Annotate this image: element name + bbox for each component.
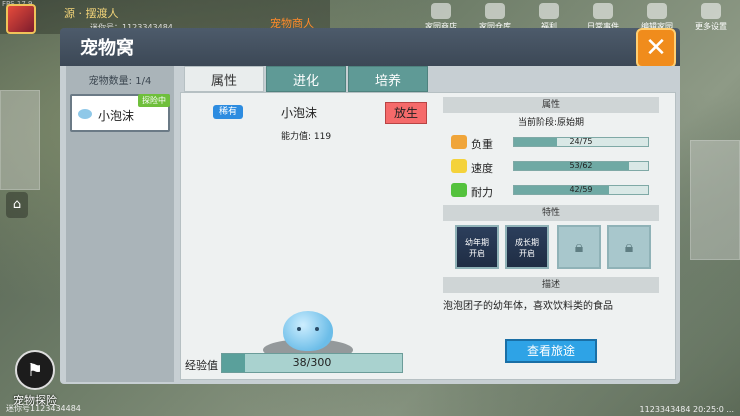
gear-icon [701, 2, 721, 19]
tab-evolution[interactable]: 进化 [266, 66, 346, 92]
bottom-info: 迷你号1123434484 [6, 404, 81, 413]
pet-explore-button[interactable]: ⚑ 宠物探险 [4, 350, 66, 410]
pet-nest-dialog: 宠物窝 ✕ 宠物数量: 1/4 小泡沫 探险中 属性 进化 培养 稀有 小泡沫 … [60, 28, 680, 384]
backpack-icon [451, 135, 467, 149]
stat-name: 耐力 [471, 186, 493, 199]
close-x-icon: ✕ [645, 33, 667, 63]
exp-text: 38/300 [292, 356, 332, 369]
view-journey-button[interactable]: 查看旅途 [505, 339, 597, 363]
dialog-body: 宠物数量: 1/4 小泡沫 探险中 属性 进化 培养 稀有 小泡沫 放生 能力值… [60, 66, 680, 384]
stat-value: 53/62 [569, 161, 593, 170]
tab-content: 稀有 小泡沫 放生 能力值: 119 经验值 38/300 属性 当前阶段:原始… [180, 92, 676, 380]
muscle-icon [451, 183, 467, 197]
stat-name: 负重 [471, 138, 493, 151]
exp-bar: 38/300 [221, 353, 403, 373]
info-panel: 属性 当前阶段:原始期 负重 24/75 速度 53/62 耐力 42/59 特… [443, 93, 675, 379]
current-stage: 当前阶段:原始期 [517, 118, 585, 128]
shop-icon [431, 2, 451, 19]
storage-icon [485, 2, 505, 19]
trait-slot-locked[interactable]: 🔒︎ [557, 225, 601, 269]
pet-list-item[interactable]: 小泡沫 探险中 [70, 94, 170, 132]
stat-bar: 53/62 [513, 161, 649, 171]
lock-icon: 🔒︎ [574, 237, 584, 256]
top-menu-settings[interactable]: 更多设置 [686, 0, 736, 34]
ability-value: 能力值: 119 [281, 132, 332, 142]
bubble-pet-icon [78, 109, 92, 119]
player-name: 源 · 摆渡人 [64, 7, 119, 20]
pet-model[interactable] [283, 311, 333, 351]
rarity-badge: 稀有 [213, 105, 243, 119]
exp-label: 经验值 [185, 359, 218, 372]
trait-slot-locked[interactable]: 🔒︎ [607, 225, 651, 269]
trait-label: 幼年期 开启 [465, 238, 489, 258]
trait-label: 成长期 开启 [515, 238, 539, 258]
stat-row-load: 负重 24/75 [451, 135, 661, 151]
dialog-title: 宠物窝 [80, 38, 134, 59]
calendar-icon [593, 2, 613, 19]
close-button[interactable]: ✕ [636, 28, 676, 68]
scene-block [0, 90, 40, 190]
description-header: 描述 [443, 277, 659, 293]
pet-name: 小泡沫 [281, 106, 318, 120]
edit-icon [647, 2, 667, 19]
avatar[interactable] [6, 4, 36, 34]
attributes-header: 属性 [443, 97, 659, 113]
pet-count: 宠物数量: 1/4 [88, 76, 152, 87]
gift-icon [539, 2, 559, 19]
tab-training[interactable]: 培养 [348, 66, 428, 92]
tab-attributes[interactable]: 属性 [184, 66, 264, 92]
stat-name: 速度 [471, 162, 493, 175]
stat-bar: 24/75 [513, 137, 649, 147]
stat-value: 42/59 [569, 185, 593, 194]
traits-header: 特性 [443, 205, 659, 221]
release-button[interactable]: 放生 [385, 102, 427, 124]
exploring-badge: 探险中 [138, 94, 170, 107]
home-icon[interactable]: ⌂ [6, 192, 28, 218]
flag-icon: ⚑ [15, 350, 55, 390]
wing-icon [451, 159, 467, 173]
stat-row-speed: 速度 53/62 [451, 159, 661, 175]
lock-icon: 🔒︎ [624, 237, 634, 256]
stat-row-stamina: 耐力 42/59 [451, 183, 661, 199]
stat-value: 24/75 [569, 137, 593, 146]
trait-slot-growth[interactable]: 成长期 开启 [505, 225, 549, 269]
bottom-status: 1123343484 20:25:0 ... [639, 405, 734, 414]
pet-list: 宠物数量: 1/4 小泡沫 探险中 [66, 66, 174, 382]
pet-eye [315, 327, 319, 331]
tab-bar: 属性 进化 培养 [184, 66, 428, 92]
scene-block [690, 140, 740, 260]
pet-display-panel: 稀有 小泡沫 放生 能力值: 119 经验值 38/300 [181, 93, 441, 379]
dialog-header: 宠物窝 [60, 28, 680, 66]
description-text: 泡泡团子的幼年体，喜欢饮料类的食品 [443, 301, 613, 312]
trait-slot-juvenile[interactable]: 幼年期 开启 [455, 225, 499, 269]
stat-bar: 42/59 [513, 185, 649, 195]
pet-list-item-name: 小泡沫 [98, 109, 135, 123]
pet-eye [297, 327, 301, 331]
